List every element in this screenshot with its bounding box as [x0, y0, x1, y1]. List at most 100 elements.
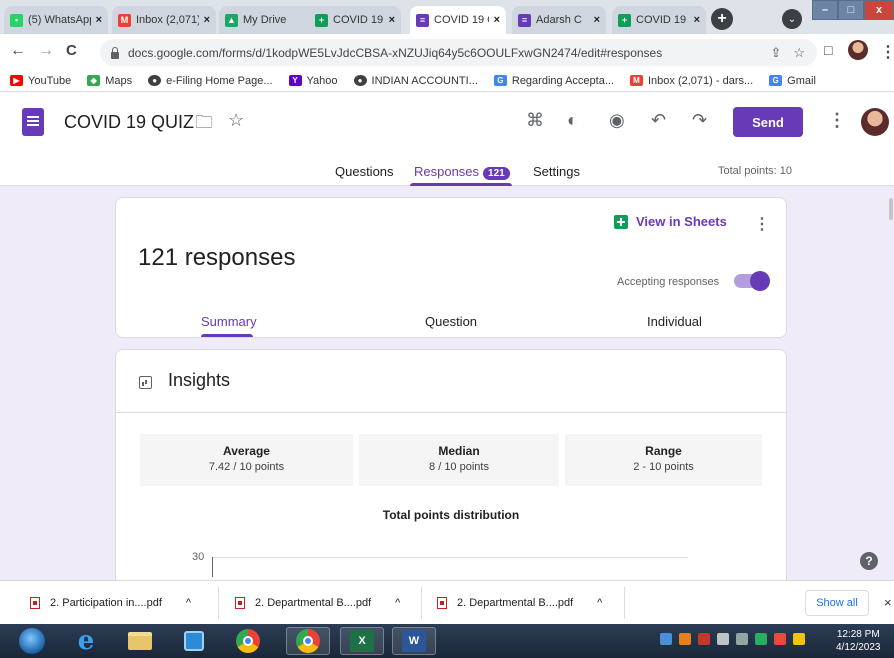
tab-close-icon[interactable]: × — [694, 14, 700, 26]
tab-adarsh[interactable]: ≡ Adarsh C × — [512, 6, 606, 34]
bookmark-gmail[interactable]: G Gmail — [769, 75, 816, 87]
send-button[interactable]: Send — [733, 107, 803, 137]
chevron-up-icon[interactable]: ^ — [395, 597, 400, 609]
profile-avatar[interactable] — [848, 40, 868, 60]
reload-icon[interactable]: C — [66, 42, 77, 59]
tab-individual[interactable]: Individual — [647, 314, 702, 329]
network-icon[interactable] — [660, 633, 672, 645]
tab-my-drive[interactable]: ▲ My Drive × — [219, 6, 323, 34]
bookmarks-bar: ▶ YouTube ◆ Maps ● e-Filing Home Page... YY… — [0, 70, 894, 92]
form-title[interactable]: COVID 19 QUIZ — [64, 112, 194, 133]
bookmark-maps[interactable]: ◆ Maps — [87, 75, 132, 87]
tab-gmail-inbox[interactable]: M Inbox (2,071) × — [112, 6, 216, 34]
lock-icon — [110, 46, 120, 59]
word-icon: W — [402, 630, 426, 652]
more-options-icon[interactable]: ⋮ — [828, 110, 846, 131]
browser-menu-icon[interactable]: ⋮ — [880, 42, 894, 62]
google-icon: G — [493, 75, 507, 86]
avatar[interactable] — [861, 108, 889, 136]
bookmark-youtube[interactable]: ▶ YouTube — [10, 75, 71, 87]
view-in-sheets-button[interactable]: View in Sheets — [614, 214, 727, 229]
card-more-icon[interactable]: ⋮ — [754, 214, 770, 234]
tab-settings[interactable]: Settings — [533, 164, 580, 179]
chevron-up-icon[interactable]: ^ — [597, 597, 602, 609]
taskbar-media[interactable] — [172, 627, 216, 655]
bookmark-yahoo[interactable]: Y Yahoo — [288, 75, 338, 87]
responses-summary-card: 121 responses View in Sheets ⋮ Accepting… — [115, 197, 787, 338]
preview-eye-icon[interactable]: ◉ — [609, 110, 625, 131]
tray-app-icon[interactable] — [755, 633, 767, 645]
side-panel-icon[interactable]: □ — [824, 42, 832, 58]
share-icon[interactable]: ⇪ — [770, 45, 781, 61]
taskbar-explorer[interactable] — [118, 627, 162, 655]
bookmark-regarding[interactable]: G Regarding Accepta... — [493, 75, 614, 87]
tab-covid-sheets-2[interactable]: + COVID 19 × — [612, 6, 706, 34]
tab-covid-forms-active[interactable]: ≡ COVID 19 QUIZ × — [410, 6, 506, 34]
taskbar-chrome-active[interactable] — [286, 627, 330, 655]
bookmark-label: Inbox (2,071) - dars... — [648, 74, 754, 87]
tab-title: COVID 19 QUIZ — [434, 14, 489, 26]
tab-covid-sheets[interactable]: + COVID 19 QUIZ × — [309, 6, 401, 34]
tab-questions[interactable]: Questions — [335, 164, 394, 179]
stat-value: 2 - 10 points — [633, 461, 694, 473]
scrollbar-thumb[interactable] — [889, 198, 893, 220]
taskbar-chrome[interactable] — [226, 627, 270, 655]
show-all-button[interactable]: Show all — [805, 590, 869, 616]
taskbar-ie[interactable]: e — [64, 627, 108, 655]
responses-count-title: 121 responses — [138, 244, 296, 271]
bookmark-label: Maps — [105, 74, 133, 87]
tray-app-icon[interactable] — [698, 633, 710, 645]
stat-value: 8 / 10 points — [429, 461, 489, 473]
bookmark-star-icon[interactable]: ☆ — [793, 45, 805, 61]
clock[interactable]: 12:28 PM 4/12/2023 — [836, 628, 881, 654]
palette-icon[interactable]: ◐ — [567, 110, 578, 131]
download-item[interactable]: 2. Departmental B....pdf ^ — [235, 581, 400, 625]
redo-icon[interactable]: ↷ — [692, 110, 707, 131]
forward-icon[interactable]: → — [38, 42, 54, 60]
power-icon[interactable] — [793, 633, 805, 645]
bookmark-efiling[interactable]: ● e-Filing Home Page... — [148, 75, 273, 87]
google-forms-icon[interactable] — [22, 108, 44, 136]
distribution-title: Total points distribution — [382, 508, 520, 522]
tab-close-icon[interactable]: × — [204, 14, 210, 26]
action-center-icon[interactable] — [774, 633, 786, 645]
addons-icon[interactable]: ⌘ — [526, 110, 544, 131]
tab-close-icon[interactable]: × — [494, 14, 500, 26]
tab-close-icon[interactable]: × — [389, 14, 395, 26]
tab-question[interactable]: Question — [425, 314, 477, 329]
tab-search-icon[interactable]: ⌄ — [782, 9, 802, 29]
start-button[interactable] — [10, 627, 54, 655]
back-icon[interactable]: ← — [10, 42, 26, 60]
help-icon[interactable]: ? — [860, 552, 878, 570]
folder-icon[interactable]: 🗀 — [195, 110, 213, 140]
close-window-button[interactable]: x — [864, 0, 894, 20]
tab-whatsapp[interactable]: • (5) WhatsApp × — [4, 6, 108, 34]
maximize-button[interactable]: □ — [838, 0, 864, 20]
chevron-up-icon[interactable]: ^ — [186, 597, 191, 609]
download-item[interactable]: 2. Departmental B....pdf ^ — [437, 581, 602, 625]
gmail-icon: M — [118, 13, 131, 27]
tab-responses[interactable]: Responses 121 — [414, 164, 510, 180]
insights-title: Insights — [168, 370, 231, 390]
tray-app-icon[interactable] — [736, 633, 748, 645]
whatsapp-icon: • — [10, 13, 23, 27]
accepting-responses-label: Accepting responses — [617, 276, 720, 288]
tray-app-icon[interactable] — [679, 633, 691, 645]
accepting-responses-toggle[interactable] — [734, 271, 770, 291]
tab-close-icon[interactable]: × — [96, 14, 102, 26]
volume-icon[interactable] — [717, 633, 729, 645]
star-icon[interactable]: ☆ — [228, 110, 244, 131]
download-item[interactable]: 2. Participation in....pdf ^ — [30, 581, 191, 625]
taskbar-word[interactable]: W — [392, 627, 436, 655]
minimize-button[interactable]: – — [812, 0, 838, 20]
new-tab-button[interactable]: + — [711, 8, 733, 30]
bookmark-indian-accounting[interactable]: ● INDIAN ACCOUNTI... — [353, 75, 478, 87]
taskbar-excel[interactable]: X — [340, 627, 384, 655]
tab-close-icon[interactable]: × — [594, 14, 600, 26]
bookmark-inbox[interactable]: M Inbox (2,071) - dars... — [630, 75, 753, 87]
tab-title: (5) WhatsApp — [28, 14, 91, 26]
undo-icon[interactable]: ↶ — [651, 110, 666, 131]
url-bar[interactable]: docs.google.com/forms/d/1kodpWE5LvJdcCBS… — [100, 39, 817, 66]
close-downloads-icon[interactable]: × — [884, 595, 892, 610]
tab-summary[interactable]: Summary — [201, 314, 257, 329]
